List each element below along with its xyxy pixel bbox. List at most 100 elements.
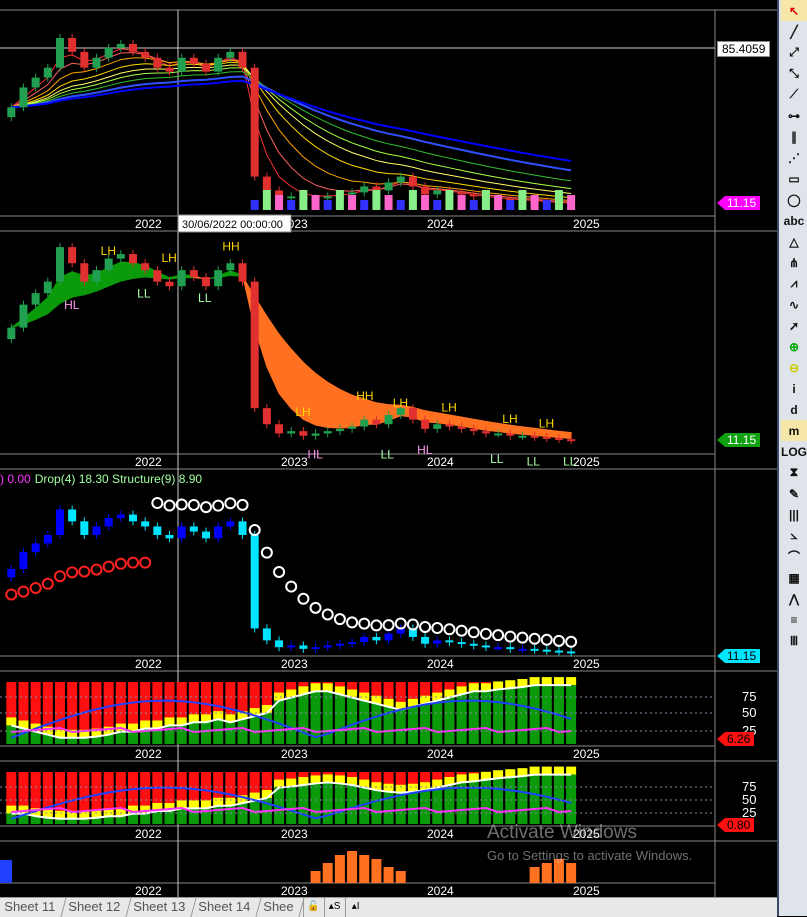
trailing-stop-marker (114, 557, 127, 570)
i-tool-icon[interactable]: i (781, 378, 807, 399)
volume-bar (408, 190, 417, 210)
rectangle-tool-icon[interactable]: ▭ (781, 168, 807, 189)
sheet-tab[interactable]: Sheet 12 (61, 898, 132, 917)
trailing-stop-marker (516, 631, 529, 644)
price-candle-panel2 (214, 270, 223, 287)
price-candle-panel1 (189, 57, 198, 64)
line-tool-icon[interactable]: ╱ (781, 21, 807, 42)
trailing-stop-marker (212, 499, 225, 512)
oscillator2-bull (176, 808, 187, 824)
grid-tool-icon[interactable]: ▦ (781, 567, 807, 588)
pitchfork-tool-icon[interactable]: ⋔ (781, 252, 807, 273)
sheet-tab[interactable]: Shee (256, 898, 306, 917)
structure-candle (567, 651, 576, 654)
zigzag-tool-icon[interactable]: ⩘ (781, 273, 807, 294)
structure-candle (299, 645, 308, 649)
volume-bar (396, 200, 405, 210)
scroll-start-button[interactable]: ▴S (323, 898, 345, 917)
trend-cloud (521, 426, 536, 436)
structure-candle (92, 526, 101, 535)
arc-tool-icon[interactable]: ⌒ (781, 546, 807, 567)
m-tool-icon[interactable]: m (781, 420, 807, 441)
zoom-out-tool-icon[interactable]: ⊖ (781, 357, 807, 378)
oscillator2-neutral (188, 800, 199, 809)
triangle-tool-icon[interactable]: △ (781, 231, 807, 252)
structure-candle (275, 640, 284, 648)
price-candle-panel2 (250, 281, 259, 409)
oscillator1-bull (213, 719, 224, 744)
vlines-tool-icon[interactable]: ||| (781, 504, 807, 525)
speed-fan-tool-icon[interactable]: ⋀ (781, 588, 807, 609)
fan-tool-icon[interactable]: ⋰ (781, 147, 807, 168)
trend-cloud (339, 388, 353, 429)
time-tick-label: 2025 (573, 747, 600, 761)
extended-line-tool-icon[interactable]: ⤡ (781, 63, 807, 84)
oscillator2-neutral (18, 805, 29, 814)
log-tool-icon[interactable]: LOG (781, 441, 807, 462)
structure-candle (177, 526, 186, 539)
volume-bar (384, 195, 393, 210)
time-tick-label: 2024 (427, 827, 454, 841)
structure-candle (55, 509, 64, 535)
pen-tool-icon[interactable]: ✎ (781, 483, 807, 504)
price-tag-p2: 11.15 (717, 433, 761, 447)
segment-tool-icon[interactable]: ⟋ (781, 84, 807, 105)
oscillator1-bull (371, 703, 382, 744)
oscillator2-bull (115, 816, 126, 824)
structure-candle (80, 521, 89, 535)
legend-drop-structure: Drop(4) 18.30 Structure(9) 8.90 (35, 472, 203, 486)
gann-tool-icon[interactable]: ⦣ (781, 525, 807, 546)
h-line-tool-icon[interactable]: ⊶ (781, 105, 807, 126)
price-candle-panel2 (469, 428, 478, 432)
volume-bar (250, 200, 259, 210)
fib-tool-icon[interactable]: ≡ (781, 609, 807, 630)
swing-label: HH (222, 240, 239, 254)
time-tick-label: 2023 (281, 747, 308, 761)
volume-bar (275, 195, 284, 210)
parallel-tool-icon[interactable]: ∥ (781, 126, 807, 147)
abc-tool-icon[interactable]: abc (781, 210, 807, 231)
histogram-bar (334, 855, 345, 883)
d-tool-icon[interactable]: d (781, 399, 807, 420)
ellipse-tool-icon[interactable]: ◯ (781, 189, 807, 210)
lock-icon[interactable]: 🔓 (302, 898, 324, 917)
volume-bar (469, 200, 478, 210)
sheet-tab-label: Sheet 11 (4, 899, 56, 914)
volume-bar (287, 200, 296, 210)
oscillator1-neutral (566, 677, 577, 686)
price-candle-panel1 (287, 196, 296, 199)
price-tag-p3: 11.15 (717, 649, 761, 663)
swing-label: HL (417, 443, 433, 457)
volume-bar (567, 195, 576, 210)
volume-bar (262, 190, 271, 210)
oscillator2-neutral (553, 766, 564, 775)
trailing-stop-marker (492, 629, 505, 642)
price-candle-panel1 (43, 67, 52, 78)
ray-tool-icon[interactable]: ⤢ (781, 42, 807, 63)
trailing-stop-marker (17, 585, 30, 598)
price-candle-panel2 (360, 419, 369, 427)
sheet-tab[interactable]: Sheet 11 (0, 898, 67, 917)
cursor-tool-icon[interactable]: ↖ (781, 0, 807, 21)
sheet-tab[interactable]: Sheet 13 (126, 898, 197, 917)
swing-label: LH (162, 251, 177, 265)
hourglass-tool-icon[interactable]: ⧗ (781, 462, 807, 483)
structure-candle (238, 521, 247, 535)
trailing-stop-marker (187, 498, 200, 511)
arrow-tool-icon[interactable]: ➚ (781, 315, 807, 336)
price-candle-panel2 (481, 431, 490, 434)
trend-cloud (315, 372, 329, 429)
volume-bar (311, 195, 320, 210)
cycle-tool-icon[interactable]: Ⅲ (781, 630, 807, 651)
sheet-tab[interactable]: Sheet 14 (191, 898, 262, 917)
price-candle-panel2 (275, 424, 284, 434)
moving-average-line (11, 67, 572, 190)
price-candle-panel2 (177, 270, 186, 287)
wave-tool-icon[interactable]: ∿ (781, 294, 807, 315)
zoom-in-tool-icon[interactable]: ⊕ (781, 336, 807, 357)
stock-chart[interactable]: 2022 2023 2024 2025 2022 2023 2024 2025 2022 2023… (0, 0, 777, 897)
price-candle-panel2 (335, 428, 344, 432)
oscillator1-bull (529, 685, 540, 744)
scroll-end-button[interactable]: ▴I (344, 898, 366, 917)
structure-candle (384, 633, 393, 641)
